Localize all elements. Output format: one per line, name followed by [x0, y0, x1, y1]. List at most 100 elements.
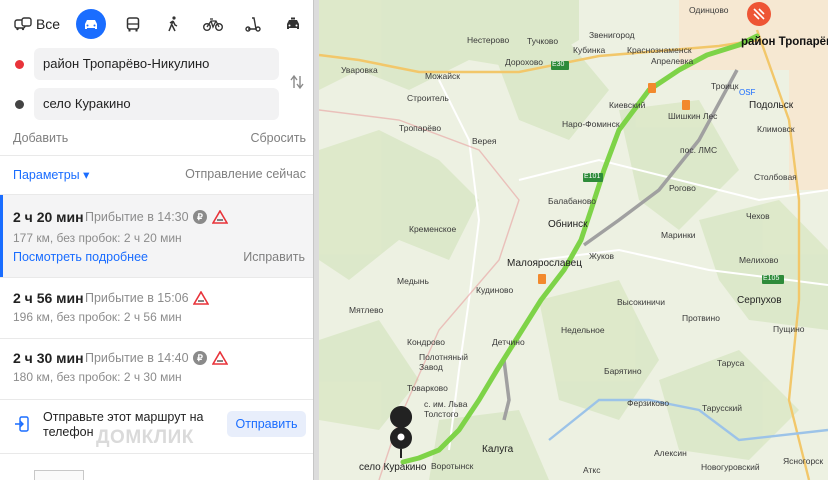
transport-modes: Все [8, 8, 316, 40]
banner-fragment [34, 470, 84, 480]
walk-icon [168, 16, 178, 32]
map-label: Звенигород [589, 30, 635, 40]
swap-icon[interactable] [289, 74, 305, 90]
route-arrival: Прибытие в 15:06 [85, 291, 189, 305]
highway-label: E105 [763, 275, 780, 282]
start-pin [747, 2, 771, 26]
mode-car-button[interactable] [76, 9, 106, 39]
map-label: Кубинка [573, 45, 606, 55]
route-duration: 2 ч 20 мин [13, 209, 84, 225]
map-label: Пущино [773, 324, 805, 334]
warning-icon [212, 351, 228, 365]
map-label: Шишкин Лес [668, 111, 718, 121]
map-label: Аткс [583, 465, 601, 475]
to-dot [15, 100, 24, 109]
route-info: 196 км, без пробок: 2 ч 56 мин [13, 310, 182, 324]
map-label: Краснознаменск [627, 45, 692, 55]
warning-icon [212, 210, 228, 224]
map-label: Детчино [492, 337, 525, 347]
params-dropdown[interactable]: Параметры ▾ [13, 167, 89, 182]
route-option-2[interactable]: 2 ч 56 мин Прибытие в 15:06 196 км, без … [0, 278, 313, 338]
reset-button[interactable]: Сбросить [250, 131, 306, 145]
map-label: Кременское [409, 224, 457, 234]
map-label: Тучково [527, 36, 559, 46]
map-label: Дорохово [505, 57, 543, 67]
map-label: Товарково [407, 383, 448, 393]
route-arrival: Прибытие в 14:30 [85, 210, 189, 224]
divider [0, 399, 313, 400]
map-label: Нестерово [467, 35, 510, 45]
map-label: Недельное [561, 325, 605, 335]
watermark: ДОМКЛИК [96, 427, 194, 448]
car-icon [85, 19, 97, 29]
route-fix-link[interactable]: Исправить [243, 250, 305, 264]
map-label: Балабаново [548, 196, 596, 206]
departure-time-button[interactable]: Отправление сейчас [185, 167, 306, 181]
map-label: с. им. Льва Толстого [424, 399, 468, 419]
map-label: Киевский [609, 100, 646, 110]
warning-icon [193, 291, 209, 305]
send-to-phone-icon [15, 416, 29, 432]
map-label: Наро-Фоминск [562, 119, 620, 129]
map-label: Калуга [482, 444, 514, 455]
map-label: Высокиничи [617, 297, 665, 307]
scooter-icon [245, 17, 261, 32]
map-label: Обнинск [548, 219, 588, 230]
map-view[interactable]: Одинцово район Тропарёво-Никулино Нестер… [319, 0, 828, 480]
add-point-button[interactable]: Добавить [13, 131, 68, 145]
route-info: 177 км, без пробок: 2 ч 20 мин [13, 231, 182, 245]
highway-label: E101 [584, 173, 601, 180]
route-info: 180 км, без пробок: 2 ч 30 мин [13, 370, 182, 384]
map-label: Климовск [757, 124, 795, 134]
map-label: Маринки [661, 230, 696, 240]
map-label: Таруса [717, 358, 745, 368]
map-label: Подольск [749, 100, 794, 111]
mode-taxi-button[interactable] [276, 9, 310, 39]
map-canvas [319, 0, 828, 480]
bus-icon [126, 16, 140, 31]
map-label: Ясногорск [783, 456, 824, 466]
map-label: Полотняный Завод [419, 352, 468, 372]
from-dot [15, 60, 24, 69]
map-label: Чехов [746, 211, 770, 221]
map-label: Серпухов [737, 295, 782, 306]
mode-bicycle-button[interactable] [196, 9, 230, 39]
active-route-marker [0, 195, 3, 277]
highway-label: E30 [552, 61, 565, 68]
map-label: Кудиново [476, 285, 514, 295]
bicycle-icon [203, 18, 223, 31]
send-button[interactable]: Отправить [227, 411, 306, 437]
map-label: Мелихово [739, 255, 779, 265]
map-label: Апрелевка [651, 56, 694, 66]
route-option-3[interactable]: 2 ч 30 мин Прибытие в 14:40 ₽ 180 км, бе… [0, 339, 313, 399]
map-label: Троицк [711, 81, 739, 91]
divider [0, 155, 313, 156]
route-duration: 2 ч 30 мин [13, 350, 84, 366]
route-details-link[interactable]: Посмотреть подробнее [13, 250, 148, 264]
to-point-field[interactable]: село Куракино [34, 88, 279, 120]
map-label: пос. ЛМС [680, 145, 718, 155]
map-label: Барятино [604, 366, 642, 376]
map-label: Медынь [397, 276, 429, 286]
from-point-field[interactable]: район Тропарёво-Никулино [34, 48, 279, 80]
map-label: Рогово [669, 183, 696, 193]
map-label: Алексин [654, 448, 687, 458]
map-label: Верея [472, 136, 497, 146]
map-label: Ферзиково [627, 398, 670, 408]
paid-road-icon: ₽ [193, 210, 207, 224]
map-label: Кондрово [407, 337, 445, 347]
map-label: Малоярославец [507, 258, 582, 269]
end-label: село Куракино [359, 462, 427, 473]
mode-scooter-button[interactable] [236, 9, 270, 39]
route-option-1[interactable]: 2 ч 20 мин Прибытие в 14:30 ₽ 177 км, бе… [0, 195, 313, 277]
mode-all-button[interactable]: Все [8, 9, 66, 39]
mode-walk-button[interactable] [156, 9, 190, 39]
start-label: район Тропарёво-Никулино [741, 36, 828, 48]
map-label: Одинцово [689, 5, 729, 15]
car-bus-icon [14, 17, 32, 31]
map-label: Мятлево [349, 305, 384, 315]
map-label: Уваровка [341, 65, 378, 75]
map-label: Воротынск [431, 461, 474, 471]
map-label: Строитель [407, 93, 449, 103]
mode-bus-button[interactable] [116, 9, 150, 39]
